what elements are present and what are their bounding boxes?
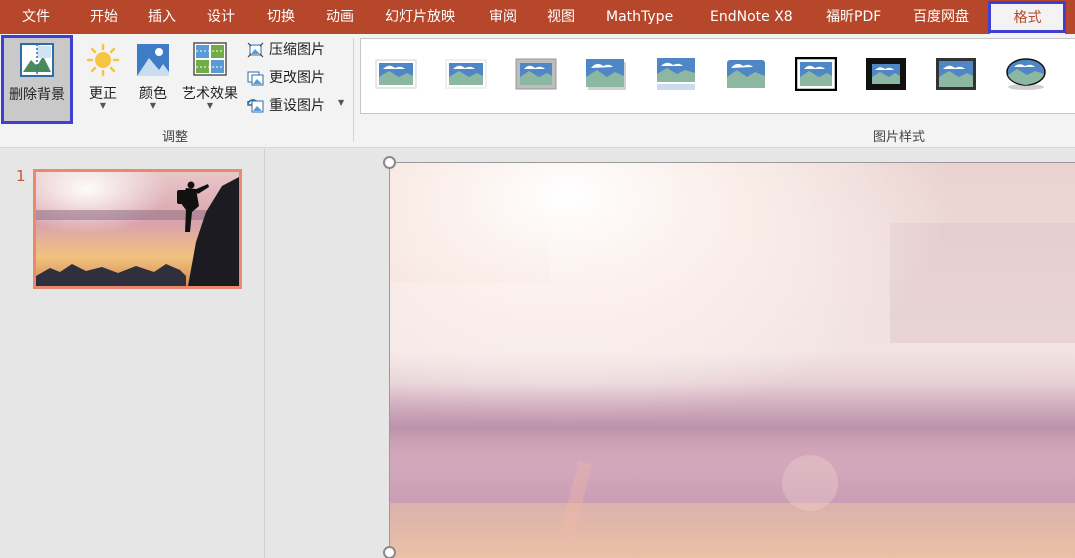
reset-picture-button[interactable]: 重设图片: [245, 94, 325, 118]
remove-background-icon: [20, 43, 54, 77]
sky-picture: [390, 163, 1075, 558]
menu-transitions[interactable]: 切换: [267, 0, 295, 34]
remove-background-label: 删除背景: [9, 87, 65, 103]
picture-styles-gallery: [360, 38, 1075, 114]
corrections-dropdown-icon: ▼: [99, 101, 107, 110]
slide-thumbnail-pane: 1: [0, 149, 265, 558]
artistic-effects-button[interactable]: 艺术效果 ▼: [178, 37, 242, 117]
picture-style-thumbnail[interactable]: [935, 57, 977, 91]
sun-icon: [86, 43, 120, 77]
resize-handle-bottom-left[interactable]: [383, 546, 396, 558]
picture-style-thumbnail[interactable]: [585, 57, 627, 91]
corrections-button[interactable]: 更正 ▼: [80, 37, 126, 117]
artistic-effects-icon: [193, 42, 227, 76]
slide-number: 1: [16, 167, 26, 185]
compress-pictures-label: 压缩图片: [269, 42, 325, 58]
artistic-effects-dropdown-icon: ▼: [206, 101, 214, 110]
picture-color-icon: [137, 44, 169, 76]
picture-style-thumbnail[interactable]: [795, 57, 837, 91]
color-button[interactable]: 颜色 ▼: [130, 37, 176, 117]
color-label: 颜色: [139, 86, 167, 102]
picture-styles-group-label: 图片样式: [873, 130, 926, 145]
compress-icon: [247, 42, 264, 58]
reset-picture-icon: [247, 99, 264, 113]
change-picture-icon: [247, 71, 264, 86]
change-picture-button[interactable]: 更改图片: [245, 66, 325, 90]
menu-bar: 文件 开始 插入 设计 切换 动画 幻灯片放映 审阅 视图 MathType E…: [0, 0, 1075, 34]
menu-review[interactable]: 审阅: [489, 0, 517, 34]
picture-style-thumbnail[interactable]: [725, 57, 767, 91]
menu-file[interactable]: 文件: [22, 0, 50, 34]
resize-handle-top-left[interactable]: [383, 156, 396, 169]
menu-home[interactable]: 开始: [90, 0, 118, 34]
remove-background-button[interactable]: 删除背景: [3, 37, 71, 121]
menu-animations[interactable]: 动画: [326, 0, 354, 34]
climber-thumbnail-image: [36, 172, 239, 286]
menu-foxit-pdf[interactable]: 福昕PDF: [826, 0, 881, 34]
menu-design[interactable]: 设计: [207, 0, 235, 34]
adjust-group-label: 调整: [162, 130, 189, 145]
menu-baidu-netdisk[interactable]: 百度网盘: [913, 0, 969, 34]
reset-picture-label: 重设图片: [269, 98, 325, 114]
ribbon: 删除背景 更正 ▼ 颜色 ▼ 艺术效果 ▼ 压缩图片 更改图片 重设图片 ▼ 调…: [0, 34, 1075, 148]
reset-picture-dropdown-icon[interactable]: ▼: [338, 98, 344, 107]
group-separator: [353, 38, 354, 142]
color-dropdown-icon: ▼: [149, 101, 157, 110]
slide-thumbnail[interactable]: [33, 169, 242, 289]
corrections-label: 更正: [89, 86, 117, 102]
menu-view[interactable]: 视图: [547, 0, 575, 34]
picture-style-thumbnail[interactable]: [655, 57, 697, 91]
picture-style-thumbnail[interactable]: [445, 57, 487, 91]
menu-insert[interactable]: 插入: [148, 0, 176, 34]
slide-editor: [266, 149, 1075, 558]
menu-endnote[interactable]: EndNote X8: [710, 0, 793, 34]
picture-style-thumbnail[interactable]: [375, 57, 417, 91]
picture-style-thumbnail[interactable]: [865, 57, 907, 91]
menu-mathtype[interactable]: MathType: [606, 0, 673, 34]
menu-slideshow[interactable]: 幻灯片放映: [385, 0, 455, 34]
change-picture-label: 更改图片: [269, 70, 325, 86]
picture-style-thumbnail[interactable]: [515, 57, 557, 91]
picture-style-thumbnail[interactable]: [1005, 57, 1047, 91]
menu-format[interactable]: 格式: [990, 3, 1065, 34]
artistic-effects-label: 艺术效果: [182, 86, 238, 102]
compress-pictures-button[interactable]: 压缩图片: [245, 38, 325, 62]
selected-picture[interactable]: [389, 162, 1075, 558]
